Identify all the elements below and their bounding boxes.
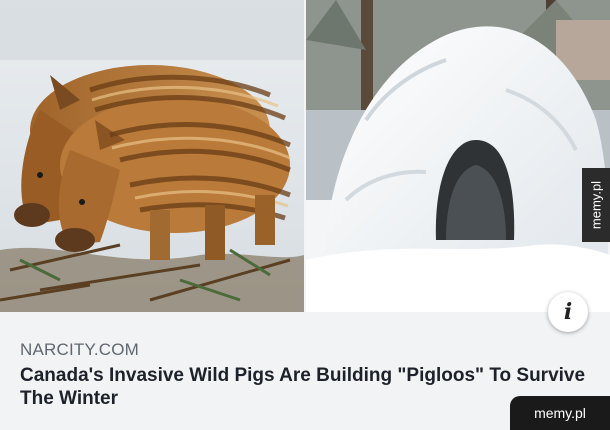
article-source: NARCITY.COM — [20, 340, 140, 359]
article-images[interactable] — [0, 0, 610, 312]
watermark-side-text: memy.pl — [588, 180, 604, 230]
article-headline[interactable]: Canada's Invasive Wild Pigs Are Building… — [20, 364, 590, 410]
watermark-bottom: memy.pl — [510, 396, 610, 430]
watermark-bottom-text: memy.pl — [534, 405, 586, 421]
info-button[interactable]: i — [548, 292, 588, 332]
piglets-photo — [0, 0, 304, 312]
watermark-side: memy.pl — [582, 168, 610, 242]
info-icon: i — [563, 299, 573, 325]
igloo-photo — [306, 0, 610, 312]
